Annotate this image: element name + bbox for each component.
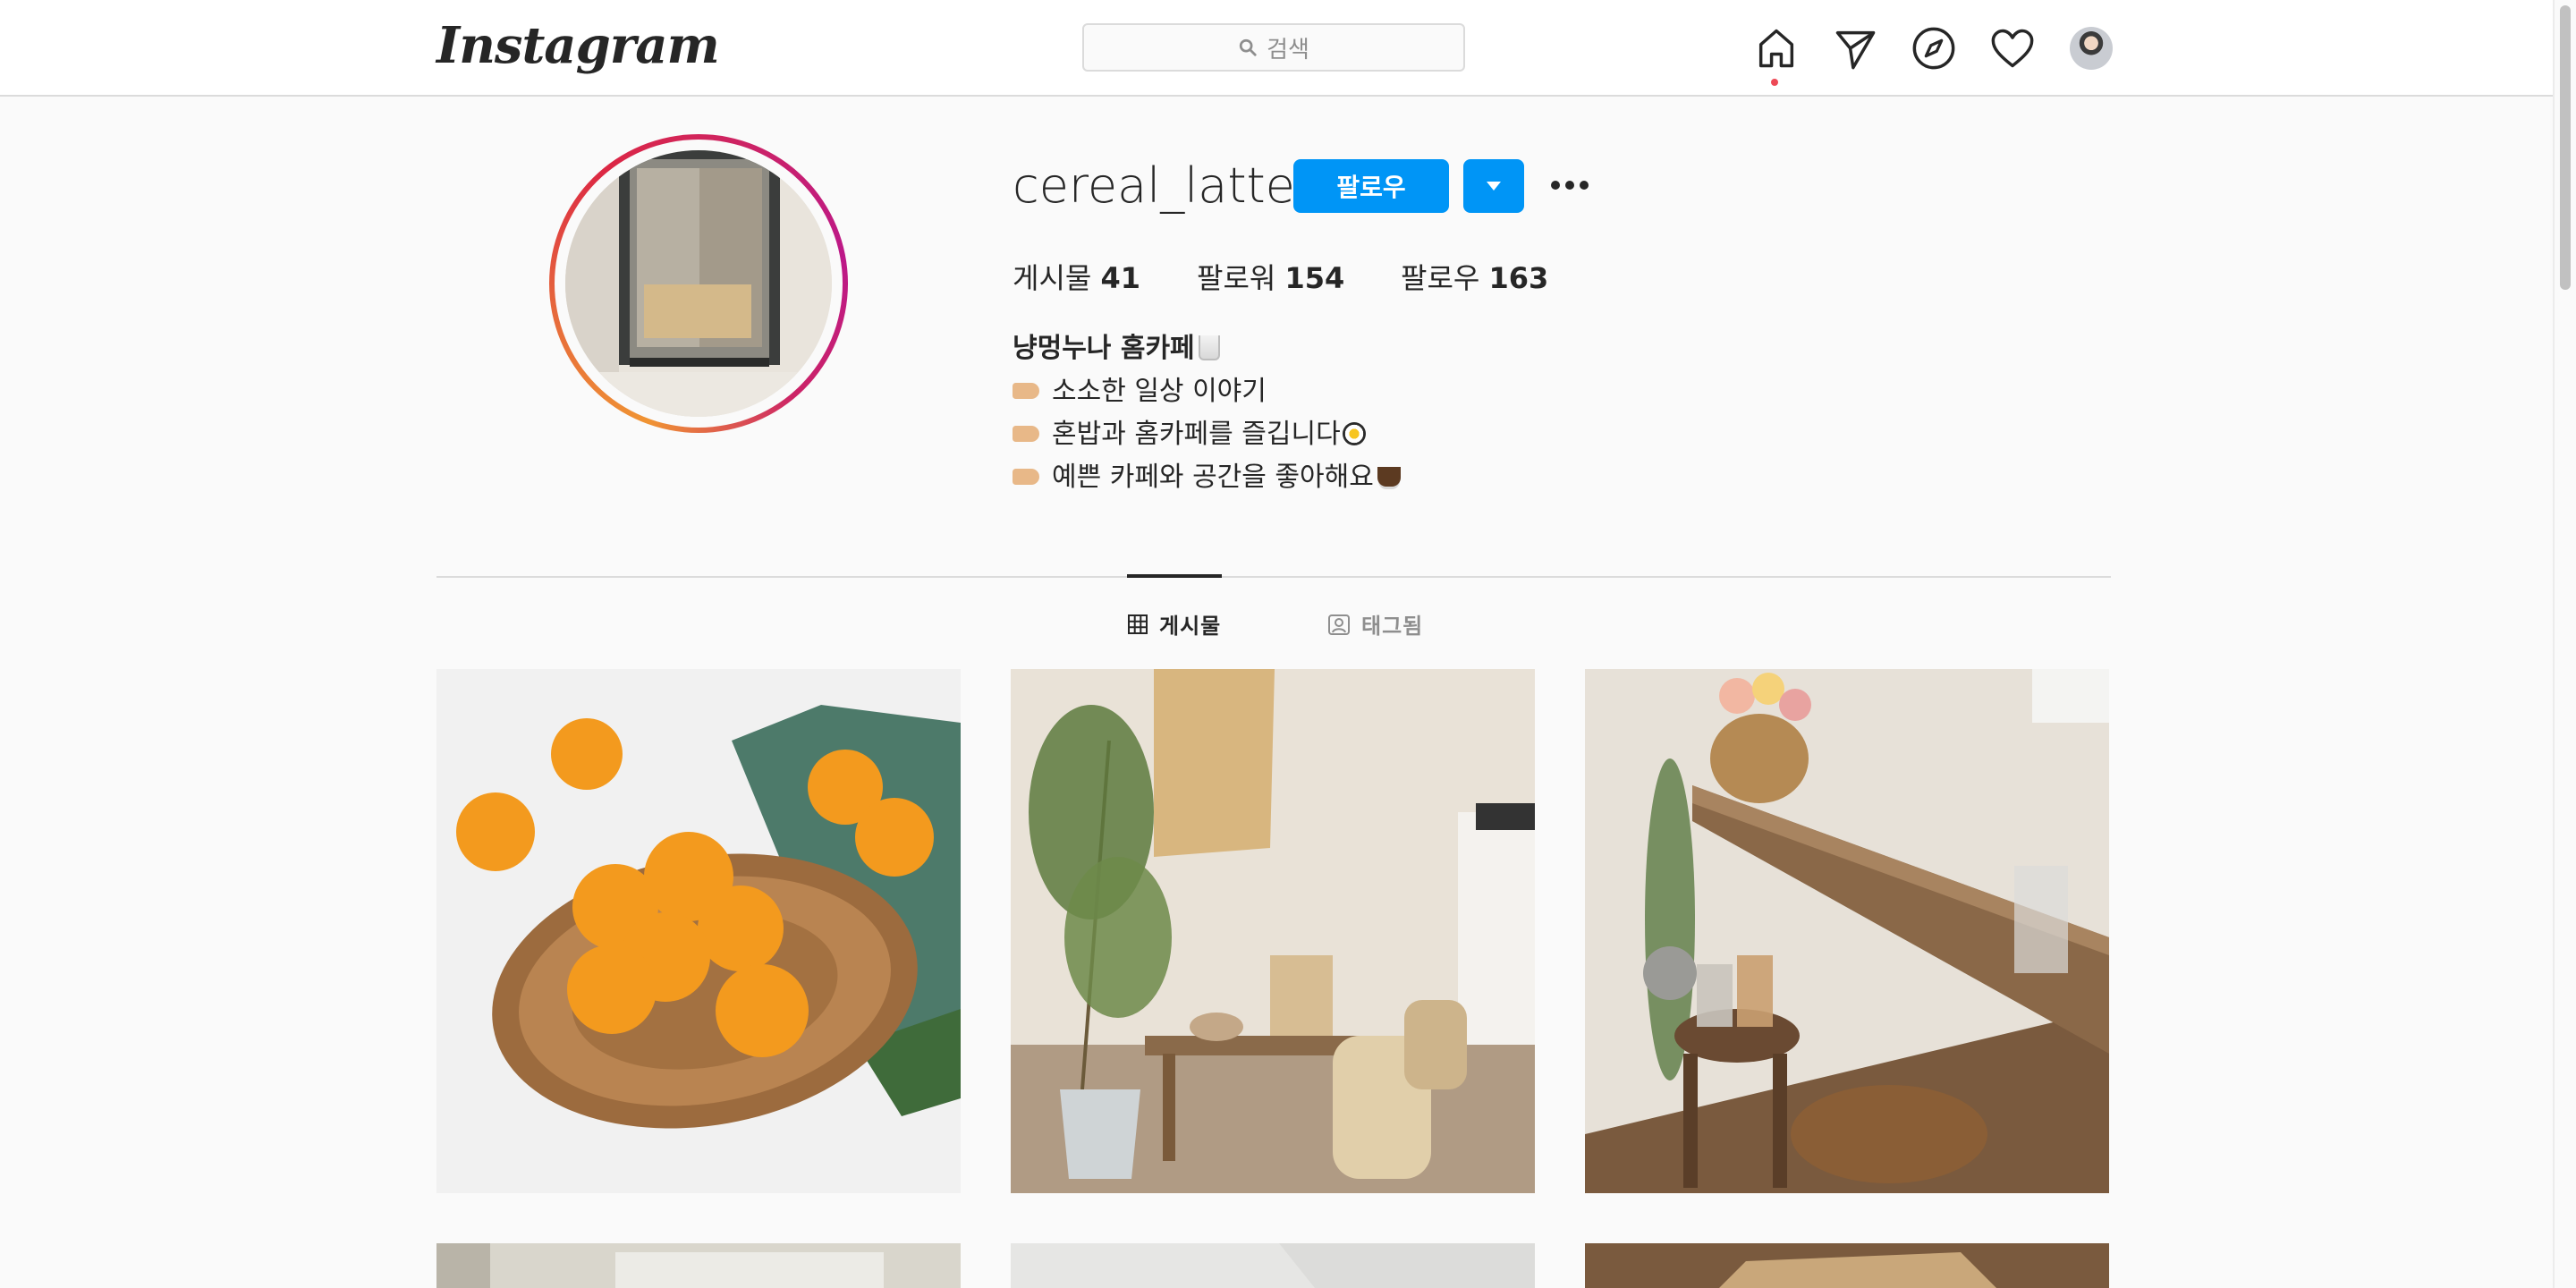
label-tag-emoji-icon bbox=[1013, 425, 1039, 442]
instagram-logo[interactable]: Instagram bbox=[436, 16, 720, 75]
stat-followers-value: 154 bbox=[1284, 261, 1345, 295]
active-tab-indicator bbox=[1127, 574, 1222, 578]
hot-coffee-emoji-icon bbox=[1377, 466, 1401, 487]
post-thumbnail[interactable] bbox=[1585, 1243, 2109, 1288]
top-navigation: Instagram 검색 bbox=[0, 0, 2555, 97]
tagged-person-icon bbox=[1328, 614, 1350, 635]
tab-posts[interactable]: 게시물 bbox=[1127, 608, 1221, 640]
stat-following-label: 팔로우 bbox=[1401, 261, 1480, 295]
label-tag-emoji-icon bbox=[1013, 468, 1039, 485]
post-image-partial bbox=[1011, 1243, 1535, 1288]
profile-photo bbox=[565, 150, 832, 417]
tab-posts-label: 게시물 bbox=[1159, 614, 1222, 639]
search-icon bbox=[1239, 38, 1257, 56]
stat-followers-label: 팔로워 bbox=[1197, 261, 1276, 295]
bio-line: 혼밥과 홈카페를 즐깁니다 bbox=[1013, 413, 1401, 456]
suggested-dropdown-button[interactable] bbox=[1463, 159, 1524, 213]
nav-profile-avatar[interactable] bbox=[2070, 27, 2113, 70]
post-image-tangerines bbox=[436, 669, 961, 1193]
post-thumbnail[interactable] bbox=[1585, 669, 2109, 1193]
stat-following-value: 163 bbox=[1488, 261, 1549, 295]
activity-heart-icon[interactable] bbox=[1989, 25, 2036, 72]
frying-pan-egg-emoji-icon bbox=[1342, 421, 1366, 445]
explore-compass-icon[interactable] bbox=[1911, 25, 1957, 72]
post-image-cafe-interior bbox=[1011, 669, 1535, 1193]
tabs-divider bbox=[436, 576, 2111, 578]
grid-icon bbox=[1128, 614, 1148, 634]
post-image-partial bbox=[1585, 1243, 2109, 1288]
more-dots-icon bbox=[1551, 181, 1589, 190]
tab-tagged-label: 태그됨 bbox=[1361, 614, 1424, 639]
stat-followers[interactable]: 팔로워 154 bbox=[1197, 256, 1344, 297]
bio-line: 소소한 일상 이야기 bbox=[1013, 370, 1401, 413]
stat-posts-label: 게시물 bbox=[1013, 261, 1092, 295]
milk-glass-emoji-icon bbox=[1198, 335, 1220, 360]
more-options-button[interactable] bbox=[1547, 172, 1592, 199]
page-scrollbar[interactable] bbox=[2553, 0, 2576, 1288]
post-thumbnail[interactable] bbox=[1011, 669, 1535, 1193]
bio-name-line: 냥멍누나 홈카페 bbox=[1013, 327, 1401, 370]
bio-text: 혼밥과 홈카페를 즐깁니다 bbox=[1052, 419, 1341, 450]
search-placeholder: 검색 bbox=[1267, 36, 1309, 64]
post-image-shelf-flowers bbox=[1585, 669, 2109, 1193]
profile-bio: 냥멍누나 홈카페 소소한 일상 이야기 혼밥과 홈카페를 즐깁니다 예쁜 카페와… bbox=[1013, 327, 1401, 499]
scrollbar-thumb[interactable] bbox=[2560, 5, 2571, 290]
search-input[interactable]: 검색 bbox=[1082, 23, 1465, 72]
caret-down-icon bbox=[1487, 182, 1501, 191]
post-thumbnail[interactable] bbox=[436, 669, 961, 1193]
stat-following[interactable]: 팔로우 163 bbox=[1401, 256, 1548, 297]
label-tag-emoji-icon bbox=[1013, 382, 1039, 399]
follow-button[interactable]: 팔로우 bbox=[1293, 159, 1449, 213]
profile-username: cereal_latte bbox=[1013, 157, 1295, 214]
stat-posts: 게시물 41 bbox=[1013, 256, 1140, 297]
home-icon[interactable] bbox=[1753, 25, 1800, 72]
bio-name: 냥멍누나 홈카페 bbox=[1013, 333, 1195, 364]
bio-text: 예쁜 카페와 공간을 좋아해요 bbox=[1052, 462, 1374, 493]
profile-avatar[interactable] bbox=[549, 134, 848, 433]
bio-line: 예쁜 카페와 공간을 좋아해요 bbox=[1013, 456, 1401, 499]
direct-message-icon[interactable] bbox=[1832, 25, 1878, 72]
stat-posts-value: 41 bbox=[1100, 261, 1141, 295]
home-active-indicator bbox=[1771, 79, 1778, 86]
post-thumbnail[interactable] bbox=[1011, 1243, 1535, 1288]
post-image-partial bbox=[436, 1243, 961, 1288]
bio-text: 소소한 일상 이야기 bbox=[1052, 376, 1267, 407]
tab-tagged[interactable]: 태그됨 bbox=[1327, 608, 1423, 640]
post-thumbnail[interactable] bbox=[436, 1243, 961, 1288]
